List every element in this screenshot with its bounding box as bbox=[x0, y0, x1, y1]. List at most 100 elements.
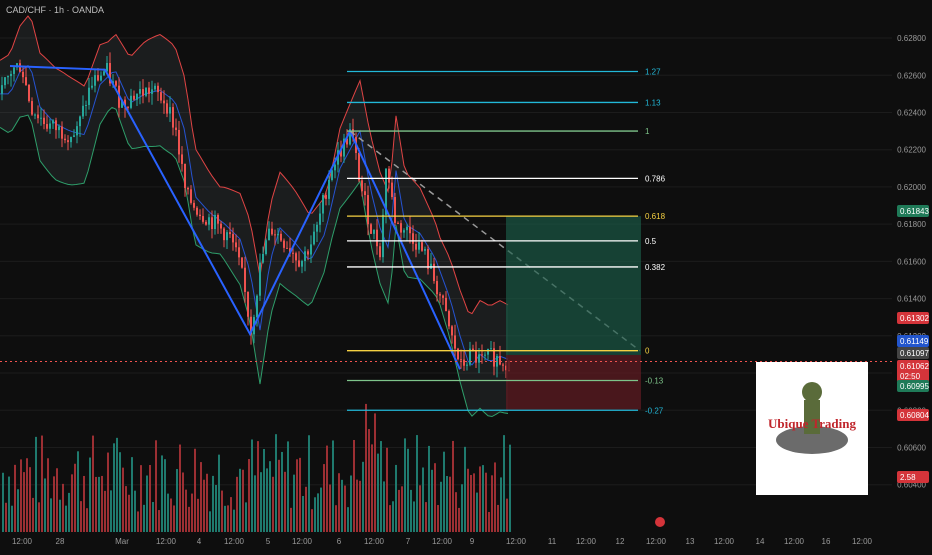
volume-bar bbox=[470, 474, 472, 532]
volume-bar bbox=[77, 451, 79, 532]
candle-body bbox=[202, 216, 204, 222]
candle-body bbox=[292, 252, 294, 254]
candle-body bbox=[160, 92, 162, 101]
candle-body bbox=[358, 152, 360, 181]
candle-body bbox=[142, 89, 144, 96]
volume-bar bbox=[29, 467, 31, 532]
volume-bar bbox=[35, 436, 37, 532]
candle-body bbox=[304, 251, 306, 262]
candle-body bbox=[205, 221, 207, 225]
volume-bar bbox=[11, 505, 13, 532]
candle-body bbox=[277, 233, 279, 236]
volume-bar bbox=[329, 484, 331, 532]
volume-bar bbox=[341, 479, 343, 532]
candle-body bbox=[37, 114, 39, 119]
volume-bar bbox=[356, 479, 358, 532]
candle-body bbox=[376, 229, 378, 247]
volume-bar bbox=[8, 476, 10, 532]
volume-bar bbox=[197, 498, 199, 532]
candle-body bbox=[22, 71, 24, 78]
candle-body bbox=[478, 354, 480, 363]
candle-body bbox=[334, 164, 336, 171]
volume-bar bbox=[65, 505, 67, 532]
x-tick-label: 9 bbox=[470, 537, 475, 546]
candle-body bbox=[232, 234, 234, 243]
candle-body bbox=[46, 124, 48, 129]
candle-body bbox=[247, 291, 249, 317]
price-tag-text: 0.61097 bbox=[900, 349, 929, 358]
candle-body bbox=[316, 224, 318, 232]
price-tag-text: 2.58 bbox=[900, 473, 916, 482]
price-tag-text: 0.60804 bbox=[900, 411, 929, 420]
volume-bar bbox=[311, 509, 313, 532]
candle-body bbox=[427, 249, 429, 269]
volume-bar bbox=[56, 468, 58, 532]
candle-body bbox=[466, 364, 468, 366]
candle-body bbox=[283, 240, 285, 248]
candle-body bbox=[406, 226, 408, 231]
candle-body bbox=[295, 253, 297, 261]
x-tick-label: Mar bbox=[115, 537, 129, 546]
volume-bar bbox=[398, 489, 400, 532]
y-tick-label: 0.62000 bbox=[897, 183, 926, 192]
volume-bar bbox=[359, 480, 361, 532]
candle-body bbox=[331, 170, 333, 180]
candle-body bbox=[67, 140, 69, 143]
price-chart[interactable]: 1.27 1.13 1 0.786 0.618 0.5 0.382 0 -0.13 -0.27 0.… bbox=[0, 0, 932, 550]
volume-bar bbox=[506, 498, 508, 532]
candle-body bbox=[181, 154, 183, 164]
volume-bar bbox=[380, 441, 382, 532]
volume-bar bbox=[137, 511, 139, 532]
volume-bar bbox=[347, 507, 349, 532]
candle-body bbox=[229, 232, 231, 235]
candle-body bbox=[241, 257, 243, 268]
candle-body bbox=[73, 135, 75, 137]
candle-body bbox=[418, 242, 420, 250]
candle-body bbox=[172, 107, 174, 128]
volume-bar bbox=[14, 464, 16, 532]
volume-bar bbox=[143, 504, 145, 532]
candle-body bbox=[301, 261, 303, 267]
candle-body bbox=[412, 233, 414, 244]
fib-label: -0.27 bbox=[645, 406, 664, 415]
volume-bar bbox=[386, 447, 388, 532]
candle-body bbox=[55, 120, 57, 131]
chart-title: CAD/CHF · 1h · OANDA bbox=[6, 5, 105, 15]
candle-body bbox=[235, 242, 237, 248]
volume-bar bbox=[80, 501, 82, 532]
candle-body bbox=[379, 246, 381, 258]
chart-canvas[interactable]: 1.27 1.13 1 0.786 0.618 0.5 0.382 0 -0.13 -0.27 0.… bbox=[0, 0, 932, 550]
y-tick-label: 0.62400 bbox=[897, 108, 926, 117]
x-tick-label: 12:00 bbox=[432, 537, 453, 546]
candle-body bbox=[40, 117, 42, 119]
volume-bar bbox=[272, 476, 274, 532]
volume-bar bbox=[131, 457, 133, 532]
candle-body bbox=[220, 223, 222, 229]
candle-body bbox=[445, 297, 447, 312]
volume-bar bbox=[308, 435, 310, 532]
volume-bar bbox=[377, 453, 379, 532]
candle-body bbox=[91, 85, 93, 88]
x-tick-label: 7 bbox=[406, 537, 411, 546]
watermark-logo: Ubique Trading bbox=[756, 362, 868, 495]
volume-bar bbox=[332, 440, 334, 532]
candle-body bbox=[58, 126, 60, 131]
volume-bar bbox=[284, 471, 286, 532]
candle-body bbox=[61, 126, 63, 139]
fib-label: -0.13 bbox=[645, 376, 664, 385]
volume-bar bbox=[305, 486, 307, 532]
candle-body bbox=[199, 214, 201, 217]
volume-bar bbox=[134, 490, 136, 532]
volume-bar bbox=[401, 486, 403, 532]
volume-bar bbox=[107, 452, 109, 532]
volume-bar bbox=[182, 472, 184, 532]
candle-body bbox=[4, 77, 6, 86]
x-tick-label: 12:00 bbox=[12, 537, 33, 546]
volume-bar bbox=[494, 462, 496, 532]
candle-body bbox=[193, 202, 195, 208]
y-tick-label: 0.61800 bbox=[897, 220, 926, 229]
volume-bar bbox=[509, 444, 511, 532]
volume-bar bbox=[170, 498, 172, 532]
candle-body bbox=[103, 71, 105, 76]
volume-bar bbox=[491, 475, 493, 532]
